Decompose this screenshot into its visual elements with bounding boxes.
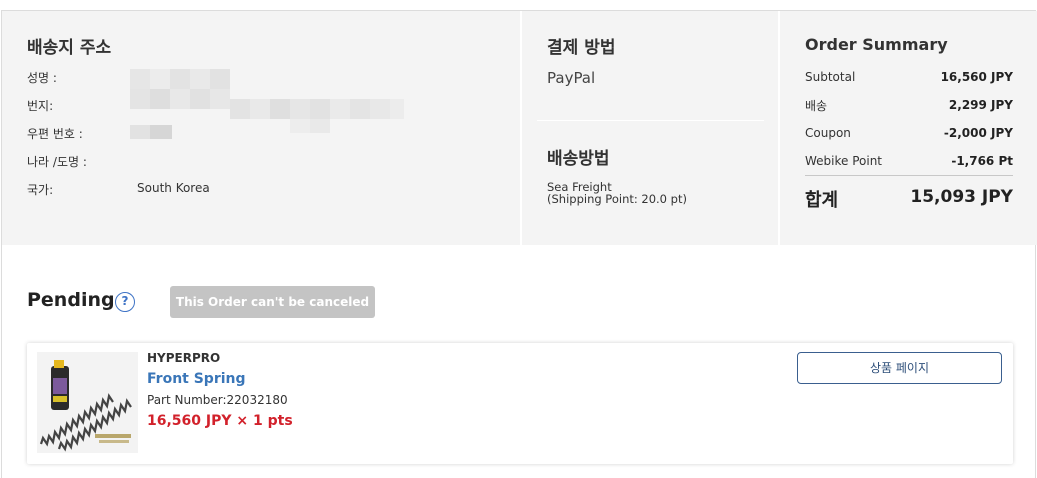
name-label: 성명 : bbox=[27, 71, 57, 85]
country-value: South Korea bbox=[137, 181, 210, 195]
item-price: 16,560 JPY × 1 pts bbox=[147, 413, 293, 429]
total-value: 15,093 JPY bbox=[910, 187, 1013, 207]
subtotal-label: Subtotal bbox=[805, 70, 856, 84]
cancel-order-button[interactable]: This Order can't be canceled bbox=[170, 286, 375, 318]
shipping-address-title: 배송지 주소 bbox=[27, 38, 112, 58]
product-brand: HYPERPRO bbox=[147, 351, 221, 365]
order-summary-title: Order Summary bbox=[805, 35, 948, 54]
order-detail-frame: 배송지 주소 성명 : 번지: 우편 번호 : 나라 /도명 : 국가: Sou… bbox=[1, 10, 1037, 478]
redacted-address-blur bbox=[130, 69, 404, 139]
help-icon[interactable]: ? bbox=[115, 292, 135, 312]
order-item-card: HYPERPRO Front Spring Part Number:220321… bbox=[27, 343, 1013, 464]
order-status-title: Pending bbox=[27, 289, 115, 311]
total-label: 합계 bbox=[805, 190, 839, 211]
shipping-fee-label: 배송 bbox=[805, 99, 828, 113]
divider bbox=[537, 120, 764, 121]
order-info-row: 배송지 주소 성명 : 번지: 우편 번호 : 나라 /도명 : 국가: Sou… bbox=[2, 11, 1037, 245]
coupon-label: Coupon bbox=[805, 126, 851, 140]
country-label: 국가: bbox=[27, 183, 54, 197]
product-thumbnail[interactable] bbox=[37, 352, 138, 453]
street-label: 번지: bbox=[27, 99, 54, 113]
payment-shipping-panel: 결제 방법 PayPal 배송방법 Sea Freight (Shipping … bbox=[522, 11, 778, 245]
shipping-point-value: (Shipping Point: 20.0 pt) bbox=[547, 192, 687, 206]
divider bbox=[805, 175, 1013, 176]
part-number: Part Number:22032180 bbox=[147, 393, 288, 407]
order-summary-panel: Order Summary Subtotal 16,560 JPY 배송 2,2… bbox=[780, 11, 1037, 245]
webike-point-label: Webike Point bbox=[805, 154, 883, 168]
shipping-method-title: 배송방법 bbox=[547, 149, 610, 169]
webike-point-value: -1,766 Pt bbox=[951, 154, 1013, 168]
product-name-link[interactable]: Front Spring bbox=[147, 371, 246, 387]
coupon-value: -2,000 JPY bbox=[943, 126, 1013, 140]
shipping-fee-value: 2,299 JPY bbox=[948, 98, 1013, 112]
payment-method-title: 결제 방법 bbox=[547, 38, 616, 58]
state-label: 나라 /도명 : bbox=[27, 155, 87, 169]
postal-code-label: 우편 번호 : bbox=[27, 127, 83, 141]
product-page-button[interactable]: 상품 페이지 bbox=[797, 352, 1002, 384]
shipping-address-panel: 배송지 주소 성명 : 번지: 우편 번호 : 나라 /도명 : 국가: Sou… bbox=[2, 11, 520, 245]
fork-spring-product-icon bbox=[37, 352, 138, 453]
subtotal-value: 16,560 JPY bbox=[940, 70, 1013, 84]
payment-method-value: PayPal bbox=[547, 69, 596, 87]
